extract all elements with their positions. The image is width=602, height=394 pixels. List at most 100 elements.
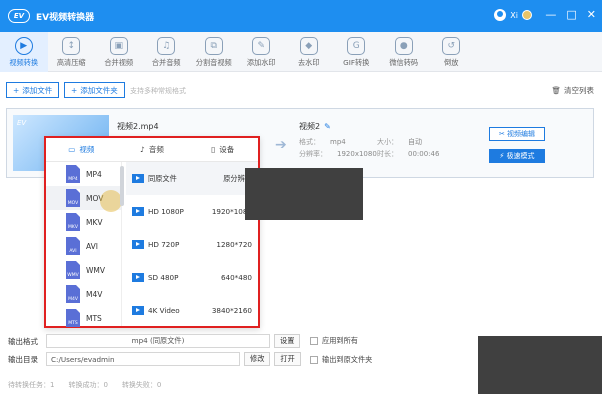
reverse-icon: ↺ bbox=[442, 37, 461, 55]
app-logo: EV bbox=[8, 9, 30, 23]
pencil-icon[interactable]: ✎ bbox=[324, 122, 331, 131]
checkbox-icon bbox=[310, 337, 318, 345]
output-format-row: 输出格式 mp4 (同原文件) 设置 bbox=[8, 334, 301, 348]
play-icon bbox=[132, 306, 144, 315]
audio-icon: ♪ bbox=[140, 145, 145, 154]
speed-mode-button[interactable]: ⚡ 极速模式 bbox=[489, 149, 545, 163]
add-file-button[interactable]: + 添加文件 bbox=[6, 82, 60, 98]
video-icon: ▭ bbox=[68, 145, 76, 154]
m4v-file-icon: M4V bbox=[66, 285, 80, 303]
tool-wechat[interactable]: ● 微信转码 bbox=[380, 32, 428, 72]
resolution-4k[interactable]: 4K Video 3840*2160 bbox=[126, 294, 258, 327]
popup-tabs: ▭ 视频 ♪ 音频 ▯ 设备 bbox=[46, 138, 258, 162]
video-edit-button[interactable]: ✂ 视频编辑 bbox=[489, 127, 545, 141]
format-mkv[interactable]: MKV MKV bbox=[46, 210, 121, 234]
resolution-480p[interactable]: SD 480P 640*480 bbox=[126, 261, 258, 294]
apply-all-checkbox[interactable]: 应用到所有 bbox=[310, 336, 358, 346]
tool-split[interactable]: ⧉ 分割音视频 bbox=[190, 32, 238, 72]
tool-remove-watermark[interactable]: ◆ 去水印 bbox=[285, 32, 333, 72]
redacted-area bbox=[245, 168, 363, 220]
status-failed: 转换失败：0 bbox=[121, 381, 162, 389]
modify-button[interactable]: 修改 bbox=[244, 352, 271, 366]
output-to-source-checkbox[interactable]: 输出到原文件夹 bbox=[310, 355, 372, 365]
maximize-icon[interactable]: □ bbox=[566, 8, 576, 21]
tab-audio[interactable]: ♪ 音频 bbox=[117, 138, 188, 161]
settings-button[interactable]: 设置 bbox=[274, 334, 301, 348]
format-list: MP4 MP4 MOV MOV MKV MKV AVI AVI WMV WMV M4V M4… bbox=[46, 162, 122, 327]
title-bar: EV EV视频转换器 Xi — □ ✕ bbox=[0, 0, 602, 32]
split-icon: ⧉ bbox=[204, 37, 223, 55]
device-icon: ▯ bbox=[211, 145, 216, 154]
avatar[interactable] bbox=[494, 9, 507, 21]
play-icon bbox=[132, 174, 144, 183]
open-button[interactable]: 打开 bbox=[274, 352, 301, 366]
speed-icon: ⚡ bbox=[499, 152, 507, 160]
arrow-right-icon: ➔ bbox=[275, 137, 287, 153]
tool-add-watermark[interactable]: ✎ 添加水印 bbox=[238, 32, 286, 72]
scissors-icon: ✂ bbox=[498, 130, 508, 138]
resolution-1080p[interactable]: HD 1080P 1920*1080 bbox=[126, 195, 258, 228]
format-avi[interactable]: AVI AVI bbox=[46, 234, 121, 258]
wmv-file-icon: WMV bbox=[66, 261, 80, 279]
merge-video-icon: ▣ bbox=[109, 37, 128, 55]
avi-file-icon: AVI bbox=[66, 237, 80, 255]
mp4-file-icon: MP4 bbox=[66, 165, 80, 183]
trash-icon: 🗑 bbox=[551, 86, 561, 95]
tool-reverse[interactable]: ↺ 倒放 bbox=[428, 32, 476, 72]
tool-merge-video[interactable]: ▣ 合并视频 bbox=[95, 32, 143, 72]
format-hint: 支持多种常规格式 bbox=[130, 87, 186, 95]
tool-hd-compress[interactable]: ↕ 高清压缩 bbox=[48, 32, 96, 72]
status-pending: 待转换任务：1 bbox=[8, 381, 55, 389]
format-mp4[interactable]: MP4 MP4 bbox=[46, 162, 121, 186]
format-scrollbar[interactable] bbox=[120, 166, 124, 206]
cursor-highlight bbox=[100, 190, 122, 212]
output-format-label: 输出格式 bbox=[8, 336, 38, 346]
resolution-original[interactable]: 同原文件 原分辨率 bbox=[126, 162, 258, 195]
app-title: EV视频转换器 bbox=[36, 12, 95, 23]
vip-icon[interactable] bbox=[522, 10, 532, 20]
format-mts[interactable]: MTS MTS bbox=[46, 306, 121, 330]
play-icon bbox=[132, 207, 144, 216]
add-folder-button[interactable]: + 添加文件夹 bbox=[64, 82, 125, 98]
tool-video-convert[interactable]: ▶ 视频转换 bbox=[0, 32, 48, 72]
action-bar: + 添加文件 + 添加文件夹 支持多种常规格式 🗑 清空列表 bbox=[0, 80, 602, 100]
output-dir-field[interactable]: C:/Users/evadmin bbox=[46, 352, 240, 366]
merge-audio-icon: ♫ bbox=[157, 37, 176, 55]
close-icon[interactable]: ✕ bbox=[587, 8, 596, 21]
compress-icon: ↕ bbox=[62, 37, 81, 55]
thumbnail-logo: EV bbox=[17, 119, 27, 127]
tool-gif[interactable]: G GIF转换 bbox=[333, 32, 381, 72]
output-dir-row: 输出目录 C:/Users/evadmin 修改 打开 bbox=[8, 352, 301, 366]
tool-merge-audio[interactable]: ♫ 合并音频 bbox=[143, 32, 191, 72]
output-format-select[interactable]: mp4 (同原文件) bbox=[46, 334, 270, 348]
resolution-meta: 分辨率： 1920x1080 bbox=[299, 150, 377, 158]
plus-icon: + bbox=[13, 85, 20, 95]
clear-list-button[interactable]: 🗑 清空列表 bbox=[551, 85, 594, 96]
username[interactable]: Xi bbox=[510, 11, 518, 20]
size-meta: 大小： 自动 bbox=[377, 138, 422, 146]
output-dir-label: 输出目录 bbox=[8, 354, 38, 364]
convert-icon: ▶ bbox=[14, 37, 33, 55]
main-toolbar: ▶ 视频转换 ↕ 高清压缩 ▣ 合并视频 ♫ 合并音频 ⧉ 分割音视频 ✎ 添加水印 ◆ 去水… bbox=[0, 32, 602, 72]
output-file-name[interactable]: 视频2 ✎ bbox=[299, 121, 331, 132]
tab-device[interactable]: ▯ 设备 bbox=[187, 138, 258, 161]
mts-file-icon: MTS bbox=[66, 309, 80, 327]
tab-video[interactable]: ▭ 视频 bbox=[46, 138, 117, 161]
user-area[interactable]: Xi bbox=[494, 9, 532, 21]
play-icon bbox=[132, 240, 144, 249]
resolution-720p[interactable]: HD 720P 1280*720 bbox=[126, 228, 258, 261]
mkv-file-icon: MKV bbox=[66, 213, 80, 231]
status-bar: 待转换任务：1 转换成功：0 转换失败：0 bbox=[8, 380, 161, 390]
resolution-list: 同原文件 原分辨率 HD 1080P 1920*1080 HD 720P 1280*7… bbox=[126, 162, 258, 326]
plus-icon: + bbox=[71, 85, 78, 95]
checkbox-icon bbox=[310, 356, 318, 364]
format-meta: 格式： mp4 bbox=[299, 138, 346, 146]
duration-meta: 时长： 00:00:46 bbox=[377, 150, 440, 158]
play-icon bbox=[132, 273, 144, 282]
source-file-name: 视频2.mp4 bbox=[117, 122, 159, 131]
format-wmv[interactable]: WMV WMV bbox=[46, 258, 121, 282]
minimize-icon[interactable]: — bbox=[545, 8, 556, 21]
status-success: 转换成功：0 bbox=[68, 381, 108, 389]
output-settings: 输出格式 mp4 (同原文件) 设置 应用到所有 输出目录 C:/Users/e… bbox=[0, 330, 602, 394]
format-m4v[interactable]: M4V M4V bbox=[46, 282, 121, 306]
